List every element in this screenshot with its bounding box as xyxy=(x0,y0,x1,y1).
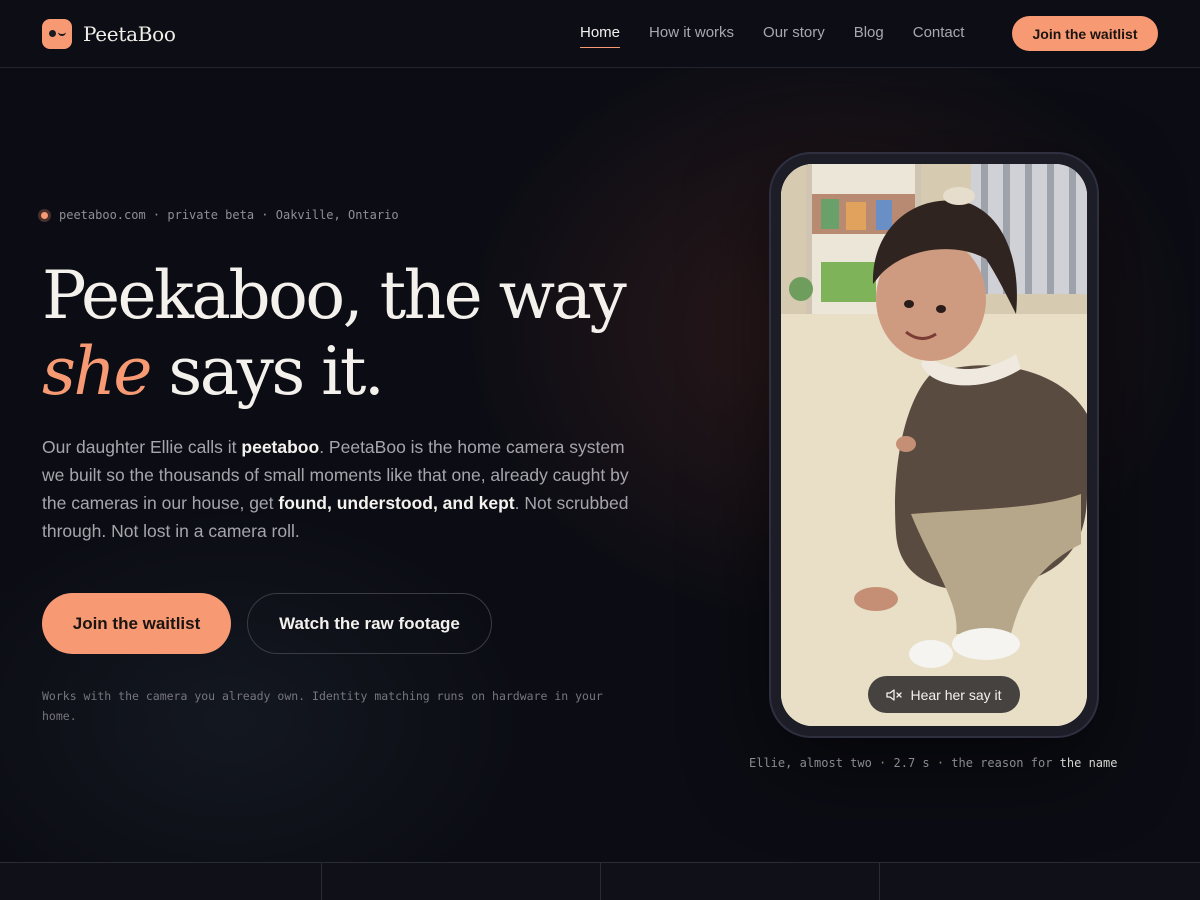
nav-link-contact[interactable]: Contact xyxy=(913,24,965,48)
headline-rest: says it. xyxy=(149,333,384,410)
hero-eyebrow: peetaboo.com · private beta · Oakville, … xyxy=(38,208,399,222)
hero-headline: Peekaboo, the way she says it. xyxy=(42,258,662,410)
hero-lede: Our daughter Ellie calls it peetaboo. Pe… xyxy=(42,433,632,545)
caption-strong: the name xyxy=(1059,756,1118,770)
nav-link-blog[interactable]: Blog xyxy=(854,24,884,48)
stats-strip xyxy=(0,862,1200,900)
nav-waitlist-button[interactable]: Join the waitlist xyxy=(1012,16,1158,51)
speaker-muted-icon xyxy=(886,688,903,702)
lede-text-1: Our daughter Ellie calls it xyxy=(42,437,242,457)
stat-divider xyxy=(321,863,322,900)
toddler-photo xyxy=(781,164,1087,726)
headline-line1: Peekaboo, the way xyxy=(42,257,627,334)
brand-logo[interactable]: PeetaBoo xyxy=(42,19,176,49)
logo-mark-icon xyxy=(42,19,72,49)
top-nav: PeetaBoo Home How it works Our story Blo… xyxy=(0,0,1200,68)
stat-divider xyxy=(600,863,601,900)
hear-her-say-it-button[interactable]: Hear her say it xyxy=(868,676,1020,713)
phone-mockup: Hear her say it xyxy=(769,152,1099,738)
caption-text: Ellie, almost two · 2.7 s · the reason f… xyxy=(749,756,1060,770)
lede-bold-1: peetaboo xyxy=(241,437,320,457)
nav-link-how-it-works[interactable]: How it works xyxy=(649,24,734,48)
stat-divider xyxy=(879,863,880,900)
live-dot-icon xyxy=(38,208,51,222)
nav-link-home[interactable]: Home xyxy=(580,24,621,48)
nav-link-our-story[interactable]: Our story xyxy=(763,24,825,48)
lede-bold-2: found, understood, and kept xyxy=(278,493,515,513)
nav-links: Home How it works Our story Blog Contact xyxy=(580,24,993,48)
brand-name: PeetaBoo xyxy=(83,22,176,46)
video-caption: Ellie, almost two · 2.7 s · the reason f… xyxy=(749,756,1117,770)
headline-accent: she xyxy=(42,333,152,410)
audio-button-label: Hear her say it xyxy=(910,686,1002,703)
join-waitlist-button[interactable]: Join the waitlist xyxy=(42,593,231,654)
eyebrow-text: peetaboo.com · private beta · Oakville, … xyxy=(59,208,399,222)
hero-footnote: Works with the camera you already own. I… xyxy=(42,689,603,723)
video-preview[interactable]: Hear her say it xyxy=(781,164,1087,726)
watch-footage-button[interactable]: Watch the raw footage xyxy=(247,593,492,654)
